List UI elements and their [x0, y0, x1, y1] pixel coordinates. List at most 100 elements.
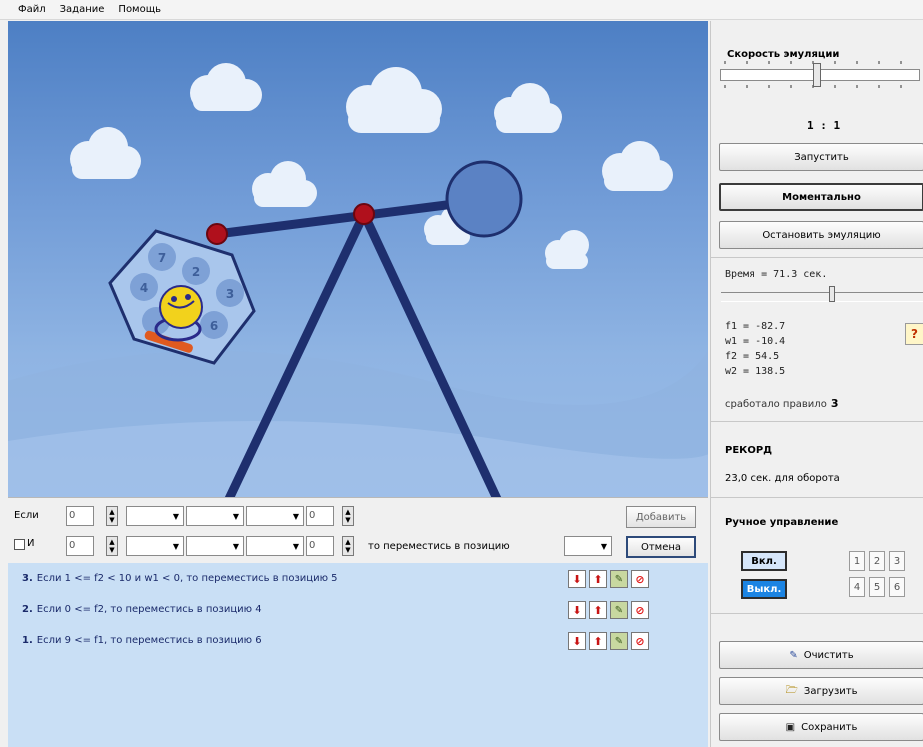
- clear-icon: ✎: [789, 649, 798, 661]
- list-item[interactable]: 1. Если 9 <= f1, то переместись в позицию…: [22, 635, 262, 646]
- time-slider-thumb[interactable]: [829, 286, 835, 302]
- position-6-button[interactable]: 6: [889, 577, 905, 597]
- start-button[interactable]: Запустить: [719, 143, 923, 171]
- instant-button[interactable]: Моментально: [719, 183, 923, 211]
- cloud: [252, 161, 317, 207]
- var-f1: f1 = -82.7: [725, 321, 786, 332]
- value-input-2[interactable]: 0: [306, 506, 334, 526]
- save-button[interactable]: ▣ Сохранить: [719, 713, 923, 741]
- move-up-icon[interactable]: ⬆: [589, 570, 607, 588]
- value-input-3[interactable]: 0: [66, 536, 94, 556]
- help-icon[interactable]: ?: [905, 323, 923, 345]
- seat-number: 2: [192, 265, 200, 279]
- joint-pivot: [353, 203, 375, 225]
- spinner-4[interactable]: ▲ ▼: [342, 536, 354, 556]
- spinner-3[interactable]: ▲ ▼: [106, 536, 118, 556]
- menu-help[interactable]: Помощь: [118, 4, 161, 15]
- clear-button[interactable]: ✎ Очистить: [719, 641, 923, 669]
- slider-thumb[interactable]: [813, 63, 821, 87]
- manual-on-button[interactable]: Вкл.: [741, 551, 787, 571]
- delete-icon[interactable]: ⊘: [631, 632, 649, 650]
- chevron-down-icon: ▼: [600, 541, 607, 551]
- operator-dropdown-1[interactable]: ▼: [186, 506, 244, 526]
- save-button-label: Сохранить: [801, 721, 858, 733]
- value-input-4[interactable]: 0: [306, 536, 334, 556]
- rule-editor: Если И 0 ▲ ▼ ▼ ▼ ▼ 0 ▲ ▼ Добавить 0 ▲ ▼ ▼ ▼…: [8, 497, 708, 563]
- spinner-1[interactable]: ▲ ▼: [106, 506, 118, 526]
- folder-icon: 🗁: [785, 684, 798, 696]
- chevron-down-icon: ▼: [172, 511, 179, 521]
- cloud: [494, 83, 562, 133]
- cloud: [545, 230, 589, 269]
- operator-dropdown-2[interactable]: ▼: [186, 536, 244, 556]
- time-readout: Время = 71.3 сек.: [725, 269, 828, 280]
- menu-task[interactable]: Задание: [60, 4, 105, 15]
- comparison-dropdown-2[interactable]: ▼: [246, 536, 304, 556]
- load-button[interactable]: 🗁 Загрузить: [719, 677, 923, 705]
- rule-actions: ⬇ ⬆ ✎ ⊘: [568, 570, 649, 588]
- control-panel: Скорость эмуляции 1 : 1 Запустить Момент…: [710, 21, 923, 747]
- divider: [711, 613, 923, 614]
- rule-text: Если 9 <= f1, то переместись в позицию 6: [36, 635, 262, 646]
- load-button-label: Загрузить: [803, 685, 858, 697]
- move-down-icon[interactable]: ⬇: [568, 570, 586, 588]
- seat-number: 7: [158, 251, 166, 265]
- delete-icon[interactable]: ⊘: [631, 570, 649, 588]
- value-input-1[interactable]: 0: [66, 506, 94, 526]
- edit-icon[interactable]: ✎: [610, 601, 628, 619]
- if-label: Если: [14, 510, 39, 521]
- add-rule-button[interactable]: Добавить: [626, 506, 696, 528]
- counterweight-ball: [445, 160, 523, 238]
- divider: [711, 497, 923, 498]
- rule-number: 2.: [22, 604, 33, 615]
- position-1-button[interactable]: 1: [849, 551, 865, 571]
- chevron-down-icon: ▼: [232, 511, 239, 521]
- disk-icon: ▣: [785, 721, 796, 733]
- edit-icon[interactable]: ✎: [610, 632, 628, 650]
- chevron-down-icon: ▼: [172, 541, 179, 551]
- menu-file[interactable]: Файл: [18, 4, 46, 15]
- record-title: РЕКОРД: [725, 445, 773, 456]
- position-5-button[interactable]: 5: [869, 577, 885, 597]
- seat-number: 6: [210, 319, 218, 333]
- speed-ratio: 1 : 1: [807, 119, 841, 132]
- fired-rule-value: 3: [830, 397, 839, 410]
- rule-number: 1.: [22, 635, 33, 646]
- menu-bar: Файл Задание Помощь: [0, 0, 923, 20]
- list-item[interactable]: 2. Если 0 <= f2, то переместись в позицию…: [22, 604, 262, 615]
- and-checkbox[interactable]: [14, 539, 25, 550]
- variable-dropdown-1[interactable]: ▼: [126, 506, 184, 526]
- move-down-icon[interactable]: ⬇: [568, 632, 586, 650]
- manual-off-button[interactable]: Выкл.: [741, 579, 787, 599]
- time-slider[interactable]: [721, 292, 923, 302]
- delete-icon[interactable]: ⊘: [631, 601, 649, 619]
- move-up-icon[interactable]: ⬆: [589, 601, 607, 619]
- comparison-dropdown-1[interactable]: ▼: [246, 506, 304, 526]
- rules-list: 3. Если 1 <= f2 < 10 и w1 < 0, то перемес…: [8, 563, 708, 747]
- cloud: [346, 67, 442, 133]
- rule-actions: ⬇ ⬆ ✎ ⊘: [568, 632, 649, 650]
- cancel-button[interactable]: Отмена: [626, 536, 696, 558]
- spinner-2[interactable]: ▲ ▼: [342, 506, 354, 526]
- position-3-button[interactable]: 3: [889, 551, 905, 571]
- and-label: И: [27, 538, 35, 549]
- var-w1: w1 = -10.4: [725, 336, 786, 347]
- position-dropdown[interactable]: ▼: [564, 536, 612, 556]
- divider: [711, 257, 923, 258]
- speed-slider[interactable]: [717, 51, 920, 101]
- position-2-button[interactable]: 2: [869, 551, 885, 571]
- chevron-down-icon: ▼: [232, 541, 239, 551]
- move-down-icon[interactable]: ⬇: [568, 601, 586, 619]
- edit-icon[interactable]: ✎: [610, 570, 628, 588]
- fired-rule-label: сработало правило: [725, 399, 827, 410]
- position-4-button[interactable]: 4: [849, 577, 865, 597]
- stop-emulation-button[interactable]: Остановить эмуляцию: [719, 221, 923, 249]
- variable-dropdown-2[interactable]: ▼: [126, 536, 184, 556]
- list-item[interactable]: 3. Если 1 <= f2 < 10 и w1 < 0, то перемес…: [22, 573, 338, 584]
- move-up-icon[interactable]: ⬆: [589, 632, 607, 650]
- rule-actions: ⬇ ⬆ ✎ ⊘: [568, 601, 649, 619]
- rule-number: 3.: [22, 573, 33, 584]
- simulation-view: 7 2 4 3 6: [8, 21, 708, 497]
- record-value: 23,0 сек. для оборота: [725, 473, 840, 484]
- fired-rule: сработало правило 3: [725, 397, 838, 410]
